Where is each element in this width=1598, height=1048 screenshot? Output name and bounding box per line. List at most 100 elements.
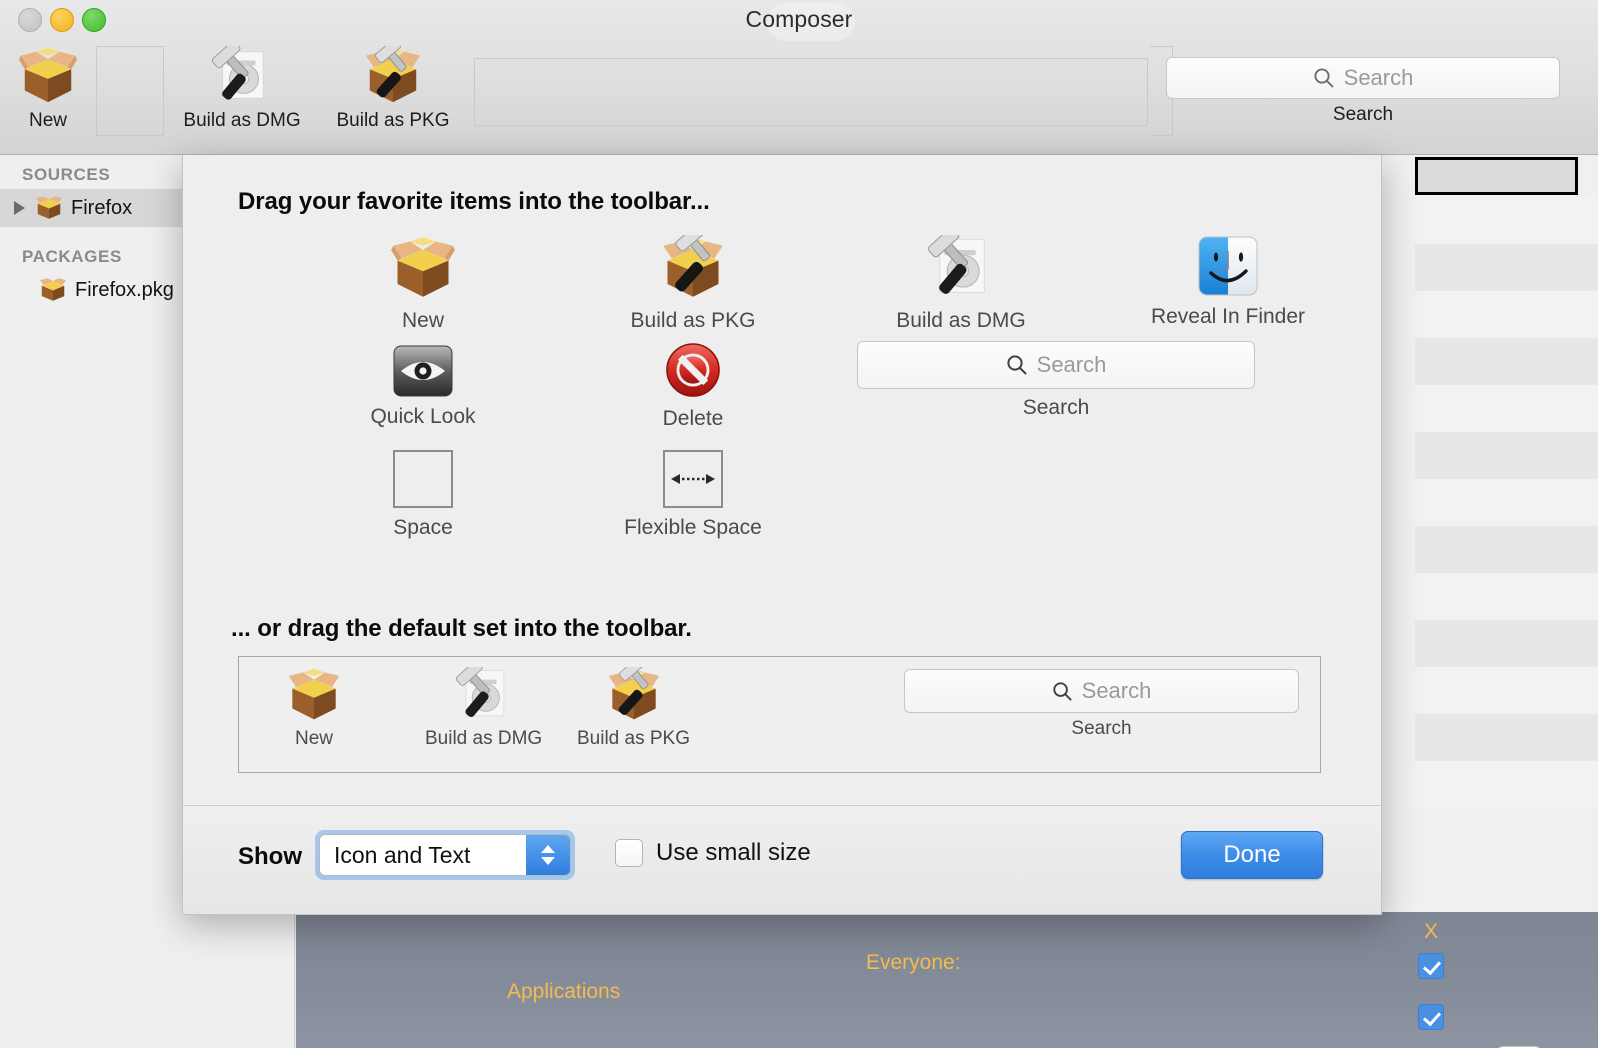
table-row <box>1415 197 1598 244</box>
default-item-new-label: New <box>294 728 333 749</box>
default-set-search-field[interactable]: Search <box>904 669 1299 713</box>
table-row <box>1415 667 1598 714</box>
applications-label: Applications <box>507 980 621 1003</box>
toolbar-empty-slot[interactable] <box>96 46 164 136</box>
permission-checkbox[interactable] <box>1418 1004 1444 1030</box>
hammer-disk-icon <box>927 235 985 294</box>
palette-item-reveal-in-finder-label: Reveal In Finder <box>1150 305 1306 328</box>
sheet-heading-favorites: Drag your favorite items into the toolba… <box>238 188 710 215</box>
done-button[interactable]: Done <box>1181 831 1323 879</box>
default-item-search-group: Search Search <box>904 669 1299 740</box>
palette-search-label: Search <box>1022 396 1090 419</box>
window-titlebar: Composer New Build as DMG Build as PKG S… <box>0 0 1598 155</box>
palette-item-build-as-pkg[interactable]: Build as PKG <box>588 235 798 333</box>
package-box-icon <box>35 196 63 219</box>
sheet-footer: Show Icon and Text Use small size Done <box>183 805 1381 914</box>
table-row <box>1415 291 1598 338</box>
toolbar-search-label: Search <box>1332 104 1394 125</box>
chevron-down-icon <box>541 857 555 865</box>
package-box-icon <box>391 237 455 297</box>
palette-item-flexible-space[interactable]: Flexible Space <box>588 450 798 540</box>
use-small-size-checkbox[interactable] <box>615 839 643 867</box>
toolbar-search-placeholder: Search <box>1343 65 1414 90</box>
default-item-build-as-pkg-label: Build as PKG <box>577 728 690 749</box>
palette-item-build-as-dmg-label: Build as DMG <box>896 309 1026 332</box>
table-row <box>1415 714 1598 761</box>
window-title: Composer <box>745 6 853 32</box>
finder-face-icon <box>1198 236 1258 296</box>
search-icon <box>1052 681 1072 701</box>
package-box-icon <box>39 278 67 301</box>
show-popup-focus-ring: Icon and Text <box>315 830 575 880</box>
toolbar-item-build-as-dmg[interactable]: Build as DMG <box>182 46 302 132</box>
hammer-disk-icon <box>211 46 264 100</box>
palette-item-space[interactable]: Space <box>318 450 528 540</box>
show-popup-button[interactable]: Icon and Text <box>319 834 571 876</box>
customize-toolbar-sheet: Drag your favorite items into the toolba… <box>182 155 1382 915</box>
toolbar-item-new-label: New <box>28 110 67 131</box>
palette-search-placeholder: Search <box>1036 352 1107 377</box>
chevron-up-icon <box>541 845 555 853</box>
palette-item-quick-look[interactable]: Quick Look <box>318 345 528 429</box>
flexible-space-arrow-icon <box>663 450 723 508</box>
palette-item-delete-label: Delete <box>662 407 724 430</box>
background-table-rows <box>1415 197 1598 817</box>
toolbar-search-field[interactable]: Search <box>1166 57 1560 99</box>
palette-item-reveal-in-finder[interactable]: Reveal In Finder <box>1123 235 1333 329</box>
palette-item-search-group: Search Search <box>856 341 1256 420</box>
palette-item-delete[interactable]: Delete <box>588 341 798 431</box>
double-arrow-icon <box>671 474 715 484</box>
toolbar-search-group: Search Search <box>1166 57 1560 126</box>
default-item-new[interactable]: New <box>285 667 343 750</box>
delete-prohibit-icon <box>666 343 720 397</box>
palette-item-new[interactable]: New <box>318 235 528 333</box>
table-row <box>1415 526 1598 573</box>
palette-item-space-label: Space <box>393 516 453 539</box>
palette-item-build-as-dmg[interactable]: Build as DMG <box>856 235 1066 333</box>
package-box-icon <box>288 668 340 720</box>
use-small-size-row[interactable]: Use small size <box>615 839 811 867</box>
show-popup-stepper-icon[interactable] <box>526 835 570 875</box>
default-item-build-as-dmg[interactable]: Build as DMG <box>425 667 542 750</box>
show-label: Show <box>238 843 302 870</box>
search-icon <box>1007 355 1027 375</box>
composer-window: Composer New Build as DMG Build as PKG S… <box>0 0 1598 1048</box>
focused-field-outline[interactable] <box>1415 157 1578 195</box>
space-box-icon <box>393 450 453 508</box>
toolbar-item-new[interactable]: New <box>0 46 108 132</box>
toolbar-empty-region[interactable] <box>474 58 1148 126</box>
default-item-build-as-pkg[interactable]: Build as PKG <box>577 667 690 750</box>
toolbar-item-build-as-pkg[interactable]: Build as PKG <box>333 46 453 132</box>
show-popup-value: Icon and Text <box>334 841 471 868</box>
sidebar-item-firefox-pkg-label: Firefox.pkg <box>75 278 174 301</box>
toolbar-item-build-as-pkg-label: Build as PKG <box>336 110 450 131</box>
sheet-heading-default-set: ... or drag the default set into the too… <box>231 615 692 642</box>
table-row <box>1415 432 1598 479</box>
quick-look-eye-icon <box>393 345 453 397</box>
hammer-package-icon <box>663 235 723 297</box>
table-row <box>1415 479 1598 526</box>
palette-search-field[interactable]: Search <box>857 341 1255 389</box>
palette-item-quick-look-label: Quick Look <box>370 405 476 428</box>
table-row <box>1415 385 1598 432</box>
table-row <box>1415 573 1598 620</box>
use-small-size-label: Use small size <box>656 839 811 866</box>
permissions-panel: Applications Everyone: X <box>296 866 1598 1048</box>
permissions-column-x-label: X <box>1424 920 1439 943</box>
everyone-label: Everyone: <box>866 951 961 974</box>
default-item-build-as-dmg-label: Build as DMG <box>425 728 543 749</box>
search-icon <box>1314 68 1334 88</box>
default-set-search-label: Search <box>1071 718 1132 739</box>
hammer-disk-icon <box>455 667 504 718</box>
disclosure-triangle-icon[interactable] <box>14 201 25 215</box>
sidebar-item-firefox-label: Firefox <box>71 196 133 219</box>
permission-checkbox[interactable] <box>1418 953 1444 979</box>
palette-item-flexible-space-label: Flexible Space <box>624 516 762 539</box>
table-row <box>1415 338 1598 385</box>
toolbar-item-build-as-dmg-label: Build as DMG <box>183 110 301 131</box>
package-box-icon <box>18 47 78 103</box>
default-toolbar-set[interactable]: New Build as DMG Build as PKG Search Sea… <box>238 656 1321 773</box>
table-row <box>1415 620 1598 667</box>
hammer-package-icon <box>365 46 421 103</box>
default-set-search-placeholder: Search <box>1081 678 1152 703</box>
